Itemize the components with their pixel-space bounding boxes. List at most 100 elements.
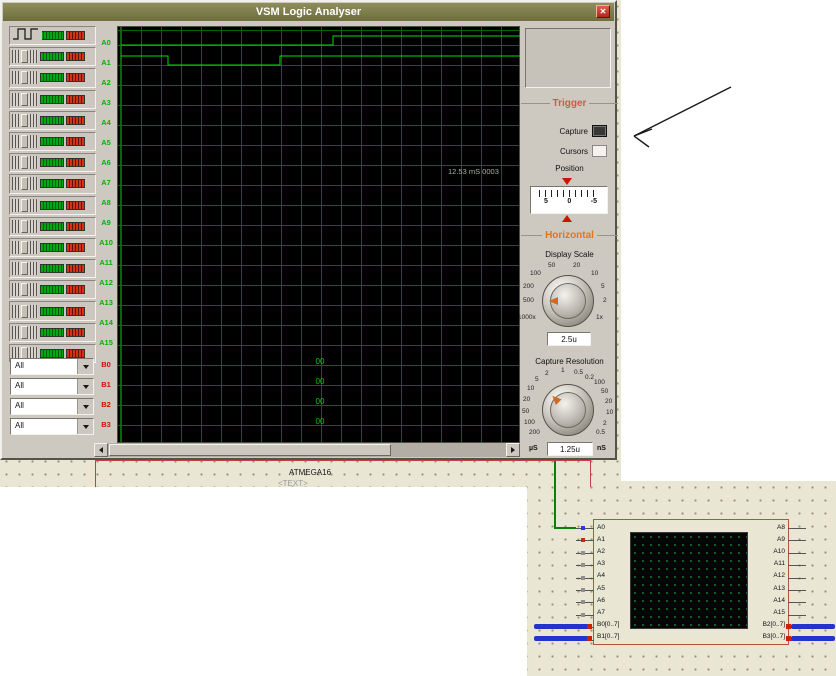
capture-button[interactable]	[592, 125, 607, 137]
trigger-pattern-a12[interactable]	[9, 280, 96, 299]
capture-row: Capture	[525, 125, 607, 137]
capture-resolution-knob[interactable]	[542, 384, 594, 436]
pattern-slider-thumb[interactable]	[21, 93, 28, 106]
channel-label-b3: B3	[96, 420, 116, 430]
trigger-pattern-a9[interactable]	[9, 217, 96, 236]
green-indicator	[40, 328, 64, 337]
trigger-pattern-a6[interactable]	[9, 153, 96, 172]
pattern-slider-thumb[interactable]	[21, 262, 28, 275]
pattern-slider-thumb[interactable]	[21, 177, 28, 190]
pattern-slider[interactable]	[12, 135, 38, 148]
combo-dropdown-button[interactable]	[77, 359, 93, 374]
pattern-slider-thumb[interactable]	[21, 156, 28, 169]
combo-dropdown-button[interactable]	[77, 399, 93, 414]
trigger-pattern-a8[interactable]	[9, 196, 96, 215]
pattern-slider-thumb[interactable]	[21, 241, 28, 254]
trigger-pattern-a10[interactable]	[9, 238, 96, 257]
green-indicator	[40, 264, 64, 273]
pattern-slider-thumb[interactable]	[21, 114, 28, 127]
cursors-button[interactable]	[592, 145, 607, 157]
trigger-pattern-a7[interactable]	[9, 174, 96, 193]
position-dial[interactable]: 5 0 -5	[530, 186, 608, 214]
channel-filter-combo[interactable]: All	[10, 398, 94, 415]
pattern-slider-thumb[interactable]	[21, 283, 28, 296]
analyser-pin-label: B2[0..7]	[763, 621, 785, 628]
bus-value: 00	[308, 397, 332, 406]
pattern-slider[interactable]	[12, 114, 38, 127]
blank-area-right	[621, 0, 836, 481]
logic-analyser-part[interactable]: A0A1A2A3A4A5A6A7B0[0..7]B1[0..7] A8A9A10…	[593, 519, 789, 645]
trace-a1	[121, 56, 520, 65]
pattern-slider-thumb[interactable]	[21, 50, 28, 63]
pattern-slider[interactable]	[12, 220, 38, 233]
trace-display[interactable]: 12.53 mS 0003 00000000	[117, 26, 520, 443]
pattern-slider[interactable]	[12, 71, 38, 84]
trigger-pattern-a11[interactable]	[9, 259, 96, 278]
channel-label-b1: B1	[96, 380, 116, 390]
pattern-slider[interactable]	[12, 156, 38, 169]
pattern-slider-thumb[interactable]	[21, 326, 28, 339]
capture-resolution-label: Capture Resolution	[521, 357, 618, 366]
display-scale-knob[interactable]	[542, 275, 594, 327]
channel-filter-combo[interactable]: All	[10, 358, 94, 375]
pattern-slider-thumb[interactable]	[21, 220, 28, 233]
pattern-slider[interactable]	[12, 199, 38, 212]
analyser-pin-label: A12	[773, 572, 785, 579]
red-indicator	[66, 285, 85, 294]
pattern-slider[interactable]	[12, 283, 38, 296]
vsm-logic-analyser-window: VSM Logic Analyser ✕ A0A1A2A3A4A5A6A7A8A…	[0, 0, 617, 460]
green-indicator	[40, 222, 64, 231]
combo-dropdown-button[interactable]	[77, 379, 93, 394]
unit-nanoseconds-label: nS	[597, 445, 606, 452]
pattern-slider-thumb[interactable]	[21, 71, 28, 84]
pattern-slider[interactable]	[12, 93, 38, 106]
channel-filter-combo[interactable]: All	[10, 378, 94, 395]
trigger-pattern-a5[interactable]	[9, 132, 96, 151]
analyser-pin-label: A13	[773, 585, 785, 592]
red-indicator	[66, 95, 85, 104]
pattern-slider-thumb[interactable]	[21, 135, 28, 148]
analyser-pin-stub	[576, 578, 594, 579]
red-indicator	[66, 264, 85, 273]
trigger-pattern-a2[interactable]	[9, 68, 96, 87]
analyser-pin-label: A14	[773, 597, 785, 604]
analyser-pin-label: A15	[773, 609, 785, 616]
channel-label-a8: A8	[96, 198, 116, 208]
arrow-left-icon	[99, 447, 103, 453]
scroll-right-button[interactable]	[506, 443, 520, 457]
trigger-pattern-a14[interactable]	[9, 323, 96, 342]
arrow-right-icon	[511, 447, 515, 453]
pattern-slider[interactable]	[12, 50, 38, 63]
position-marker-top	[562, 178, 572, 185]
red-indicator	[66, 158, 85, 167]
trigger-pattern-a13[interactable]	[9, 301, 96, 320]
pattern-slider[interactable]	[12, 326, 38, 339]
combo-dropdown-button[interactable]	[77, 419, 93, 434]
analyser-pin-stub	[788, 553, 806, 554]
trigger-pattern-a1[interactable]	[9, 47, 96, 66]
capture-resolution-tick: 20	[605, 398, 612, 405]
scrollbar-thumb[interactable]	[109, 444, 391, 456]
schematic-wire-vertical	[554, 461, 556, 529]
pattern-slider[interactable]	[12, 262, 38, 275]
channel-filter-combo[interactable]: All	[10, 418, 94, 435]
close-button[interactable]: ✕	[596, 5, 610, 18]
pattern-slider-thumb[interactable]	[21, 199, 28, 212]
pattern-slider[interactable]	[12, 177, 38, 190]
bus-wire-b1	[534, 636, 589, 641]
pattern-slider[interactable]	[12, 305, 38, 318]
analyser-pin-labels-left: A0A1A2A3A4A5A6A7B0[0..7]B1[0..7]	[597, 524, 619, 640]
window-titlebar[interactable]: VSM Logic Analyser ✕	[3, 3, 614, 21]
trigger-pattern-a4[interactable]	[9, 111, 96, 130]
trigger-pattern-a3[interactable]	[9, 90, 96, 109]
pattern-slider[interactable]	[12, 241, 38, 254]
analyser-pin-stub	[788, 615, 806, 616]
pattern-slider-thumb[interactable]	[21, 305, 28, 318]
position-tick-0: 0	[567, 198, 571, 205]
capture-resolution-value: 1.25u	[547, 442, 593, 456]
horizontal-scrollbar[interactable]	[94, 443, 520, 457]
bus-wire-b0	[534, 624, 589, 629]
green-indicator	[40, 31, 64, 40]
red-indicator	[66, 137, 85, 146]
scroll-left-button[interactable]	[94, 443, 108, 457]
